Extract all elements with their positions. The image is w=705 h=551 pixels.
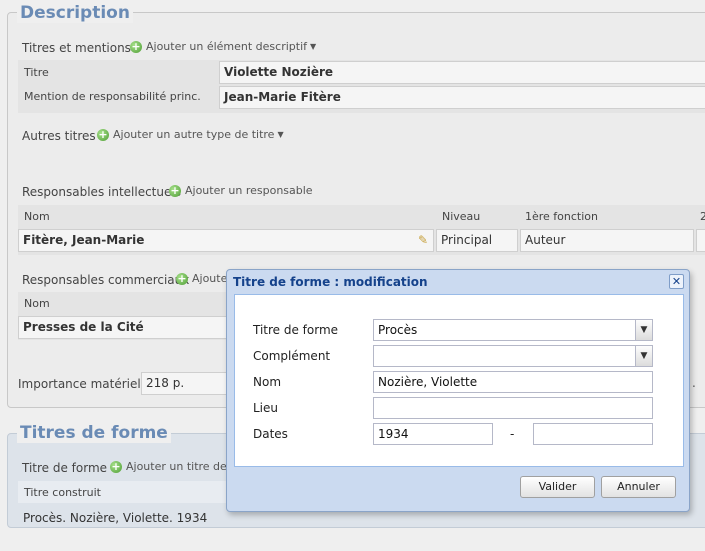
autres-titres-label: Autres titres <box>22 129 96 143</box>
responsable-extra-field[interactable] <box>696 229 705 252</box>
titres-forme-legend: Titres de forme <box>17 423 171 443</box>
titre-forme-dialog: Titre de forme : modification ✕ Titre de… <box>226 269 690 512</box>
pencil-icon[interactable]: ✎ <box>418 233 428 247</box>
column-header-nom-commercial: Nom <box>24 297 50 310</box>
add-icon: + <box>110 459 122 473</box>
dialog-title: Titre de forme : modification <box>233 275 428 289</box>
add-responsable-link[interactable]: + Ajouter un responsable <box>169 184 313 197</box>
titres-mentions-label: Titres et mentions <box>22 41 131 55</box>
add-icon: + <box>169 183 181 197</box>
chevron-down-icon[interactable]: ▼ <box>635 346 652 366</box>
dropdown-caret-icon: ▼ <box>310 42 317 51</box>
add-icon: + <box>176 271 188 285</box>
date-start-input[interactable]: 1934 <box>373 423 493 445</box>
dropdown-caret-icon: ▼ <box>277 130 284 139</box>
add-commercial-link[interactable]: + Ajouter <box>176 272 232 285</box>
mention-field[interactable]: Jean-Marie Fitère <box>219 86 705 109</box>
annuler-button[interactable]: Annuler <box>601 476 676 498</box>
lieu-input[interactable] <box>373 397 653 419</box>
nom-input[interactable]: Nozière, Violette <box>373 371 653 393</box>
column-header-fonction: 1ère fonction <box>525 210 599 223</box>
commercial-nom-field[interactable]: Presses de la Cité <box>18 316 228 339</box>
titre-field[interactable]: Violette Nozière <box>219 61 705 84</box>
nom-field-label: Nom <box>253 375 282 389</box>
resp-commerciaux-label: Responsables commerciaux <box>22 273 190 287</box>
responsable-niveau-field[interactable]: Principal <box>436 229 518 252</box>
add-icon: + <box>97 127 109 141</box>
chevron-down-icon[interactable]: ▼ <box>635 320 652 340</box>
titre-label: Titre <box>24 66 49 79</box>
valider-button[interactable]: Valider <box>520 476 595 498</box>
lieu-field-label: Lieu <box>253 401 279 415</box>
responsable-nom-field[interactable]: Fitère, Jean-Marie <box>18 229 434 252</box>
importance-field[interactable]: 218 p. <box>141 372 228 395</box>
importance-label: Importance matérielle <box>18 377 152 391</box>
column-header-nom: Nom <box>24 210 50 223</box>
column-header-niveau: Niveau <box>442 210 481 223</box>
complement-field-label: Complément <box>253 349 331 363</box>
titre-forme-select[interactable]: Procès ▼ <box>373 319 653 341</box>
responsable-fonction-field[interactable]: Auteur <box>520 229 694 252</box>
date-end-input[interactable] <box>533 423 653 445</box>
complement-select[interactable]: ▼ <box>373 345 653 367</box>
dialog-body: Titre de forme Procès ▼ Complément ▼ Nom… <box>234 294 684 467</box>
dates-field-label: Dates <box>253 427 288 441</box>
column-header-extra: 2 <box>700 210 705 223</box>
add-descriptive-element-link[interactable]: + Ajouter un élément descriptif ▼ <box>130 40 316 53</box>
titre-construit-value[interactable]: Procès. Nozière, Violette. 1934 <box>23 511 207 525</box>
add-icon: + <box>130 39 142 53</box>
truncated-indicator: . <box>692 376 696 390</box>
description-legend: Description <box>17 3 133 23</box>
resp-intellectuels-label: Responsables intellectuels <box>22 185 181 199</box>
titre-forme-label: Titre de forme <box>22 461 108 475</box>
close-icon[interactable]: ✕ <box>669 274 684 289</box>
titre-forme-field-label: Titre de forme <box>253 323 339 337</box>
column-header-titre-construit: Titre construit <box>24 486 101 499</box>
dates-separator: - <box>510 427 515 441</box>
mention-label: Mention de responsabilité princ. <box>24 90 201 103</box>
add-other-title-link[interactable]: + Ajouter un autre type de titre ▼ <box>97 128 284 141</box>
